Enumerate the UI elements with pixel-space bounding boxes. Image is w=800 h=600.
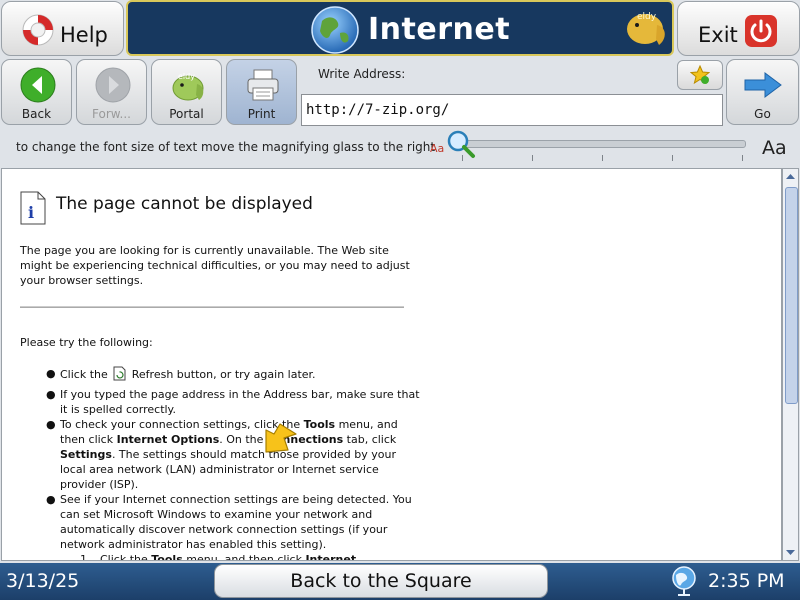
tip-text: See if your Internet connection settings…	[60, 493, 412, 551]
app-title-bar: Internet eldy	[126, 0, 674, 56]
favorites-button[interactable]	[677, 60, 723, 90]
font-size-large-label: Aa	[762, 137, 787, 159]
font-size-slider[interactable]	[462, 140, 746, 148]
bullet: ●	[46, 367, 56, 380]
divider	[20, 306, 404, 308]
tip-text: Refresh button, or try again later.	[131, 368, 316, 381]
tip-text: tab, click	[346, 433, 397, 446]
list-item: ● If you typed the page address in the A…	[20, 387, 420, 417]
go-button[interactable]: Go	[726, 59, 799, 125]
back-arrow-icon	[20, 67, 56, 103]
globe-icon	[311, 6, 359, 54]
tip-text: Click the	[100, 553, 148, 561]
app-title: Internet	[368, 12, 511, 47]
network-icon[interactable]	[670, 565, 700, 597]
refresh-icon	[113, 366, 126, 381]
power-icon	[745, 15, 777, 47]
list-item: ● See if your Internet connection settin…	[20, 492, 420, 552]
tools-text: Tools	[151, 553, 183, 561]
bullet: ●	[46, 418, 56, 431]
list-item: ● Click the Refresh button, or try again…	[20, 366, 420, 382]
exit-button[interactable]: Exit	[677, 1, 800, 56]
svg-text:eldy: eldy	[637, 12, 657, 22]
lifebuoy-icon	[22, 14, 54, 46]
address-label: Write Address:	[318, 67, 406, 81]
internet-text: Internet	[305, 553, 357, 561]
back-label: Back	[21, 107, 52, 121]
sub-list-item: 1. Click the Tools menu, and then click …	[20, 552, 420, 561]
printer-icon	[247, 69, 279, 101]
page-description: The page you are looking for is currentl…	[20, 244, 410, 287]
pointer-cursor-icon	[265, 423, 297, 453]
tools-link: Tools	[303, 418, 336, 431]
vertical-scrollbar[interactable]	[782, 168, 799, 561]
slider-tick	[602, 155, 603, 161]
date-display: 3/13/25	[6, 570, 80, 592]
slider-tick	[742, 155, 743, 161]
clock-display: 2:35 PM	[708, 570, 785, 592]
try-label: Please try the following:	[20, 336, 153, 349]
exit-label: Exit	[698, 23, 738, 47]
font-size-small-label: Aa	[430, 142, 445, 155]
svg-text:eldy: eldy	[178, 72, 195, 81]
eldy-logo: eldy	[627, 12, 665, 45]
go-arrow-icon	[744, 72, 782, 98]
print-button[interactable]: Print	[226, 59, 297, 125]
info-icon: i	[20, 191, 46, 225]
settings-text: Settings	[60, 448, 112, 461]
address-input[interactable]: http://7-zip.org/	[301, 94, 723, 126]
browser-content[interactable]: i The page cannot be displayed The page …	[1, 168, 782, 561]
forward-label: Forw...	[92, 107, 131, 121]
svg-text:i: i	[28, 203, 34, 222]
help-button[interactable]: Help	[1, 1, 124, 56]
portal-button[interactable]: eldy Portal	[151, 59, 222, 125]
font-size-hint: to change the font size of text move the…	[16, 140, 436, 154]
bullet: ●	[46, 388, 56, 401]
page-title: The page cannot be displayed	[56, 194, 313, 214]
tips-list: ● Click the Refresh button, or try again…	[20, 366, 420, 561]
star-icon	[690, 65, 710, 85]
forward-button[interactable]: Forw...	[76, 59, 147, 125]
slider-tick	[672, 155, 673, 161]
scrollbar-thumb[interactable]	[785, 187, 798, 404]
help-label: Help	[60, 23, 108, 47]
scroll-up-icon[interactable]	[785, 171, 796, 182]
tip-text: . On the	[219, 433, 264, 446]
back-button[interactable]: Back	[1, 59, 72, 125]
tip-text: menu, and then click	[186, 553, 302, 561]
portal-label: Portal	[169, 107, 204, 121]
sub-item-number: 1.	[80, 553, 91, 561]
internet-options-text: Internet Options	[116, 433, 220, 446]
forward-arrow-icon	[95, 67, 131, 103]
print-label: Print	[247, 107, 276, 121]
scroll-down-icon[interactable]	[785, 547, 796, 558]
magnifier-icon[interactable]	[445, 130, 477, 160]
back-to-square-button[interactable]: Back to the Square	[214, 564, 548, 598]
go-label: Go	[754, 107, 771, 121]
tip-text: If you typed the page address in the Add…	[60, 388, 420, 416]
list-item: ● To check your connection settings, cli…	[20, 417, 420, 492]
bullet: ●	[46, 493, 56, 506]
slider-tick	[532, 155, 533, 161]
eldy-icon: eldy	[172, 72, 204, 101]
tip-text: Click the	[60, 368, 108, 381]
